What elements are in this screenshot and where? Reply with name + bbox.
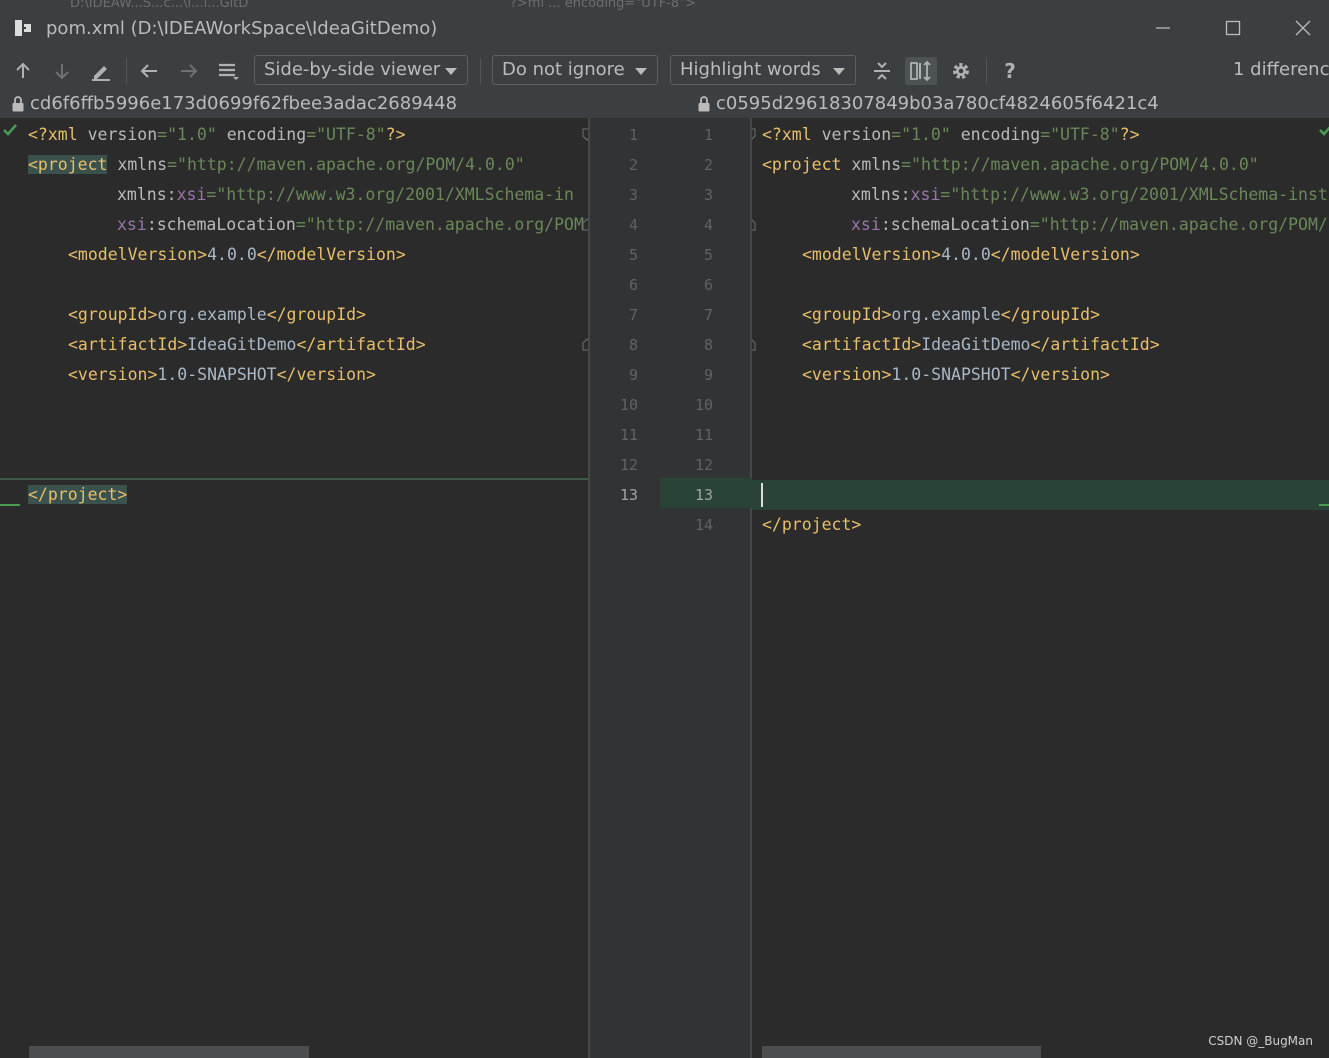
line-number: 3 [628, 186, 638, 204]
ignore-mode-dropdown[interactable]: Do not ignore [492, 55, 658, 85]
help-icon[interactable]: ? [997, 59, 1023, 83]
line-number: 7 [703, 306, 713, 324]
code-line-4: xsi:schemaLocation="http://maven.apache.… [851, 215, 1328, 234]
ignore-mode-label: Do not ignore [502, 59, 625, 80]
line-number: 5 [703, 246, 713, 264]
code-line-3: xmlns:xsi="http://www.w3.org/2001/XMLSch… [117, 185, 574, 204]
code-line-1: <?xml version="1.0" encoding="UTF-8"?> [762, 125, 1140, 144]
line-number: 4 [628, 216, 638, 234]
highlight-mode-label: Highlight words [680, 59, 821, 80]
diff-gutter: 1 2 3 4 5 6 7 8 9 10 11 12 13 1 2 3 4 5 6 7 8 9 10 11 12 13 14 [588, 118, 752, 1058]
sync-scroll-icon[interactable] [905, 57, 937, 85]
line-number: 6 [703, 276, 713, 294]
lock-icon [698, 96, 710, 112]
line-number: 10 [694, 396, 713, 414]
chevron-down-icon [635, 68, 647, 75]
line-number: 11 [619, 426, 638, 444]
left-revision-hash: cd6f6ffb5996e173d0699f62fbee3adac2689448 [30, 93, 458, 114]
watermark: CSDN @_BugMan [1208, 1034, 1313, 1048]
inserted-line-connector [660, 478, 752, 508]
line-number: 6 [628, 276, 638, 294]
code-line-2: <project xmlns="http://maven.apache.org/… [28, 155, 525, 174]
lock-icon [12, 96, 24, 112]
code-line-1: <?xml version="1.0" encoding="UTF-8"?> [28, 125, 406, 144]
right-revision-hash: c0595d29618307849b03a780cf4824605f6421c4 [716, 93, 1159, 114]
change-marker [0, 504, 20, 506]
code-line-4: xsi:schemaLocation="http://maven.apache.… [117, 215, 584, 234]
edit-source-icon[interactable] [88, 59, 114, 83]
code-line-7: <groupId>org.example</groupId> [802, 305, 1101, 324]
code-line-9: <version>1.0-SNAPSHOT</version> [802, 365, 1110, 384]
revision-header: cd6f6ffb5996e173d0699f62fbee3adac2689448… [0, 90, 1329, 118]
line-number: 2 [628, 156, 638, 174]
code-line-5: <modelVersion>4.0.0</modelVersion> [802, 245, 1140, 264]
close-icon[interactable] [1288, 14, 1318, 42]
diff-toolbar: Side-by-side viewer Do not ignore Highli… [0, 52, 1329, 90]
change-marker [1319, 504, 1329, 506]
code-line-5: <modelVersion>4.0.0</modelVersion> [68, 245, 406, 264]
code-line-8: <artifactId>IdeaGitDemo</artifactId> [68, 335, 426, 354]
line-number: 9 [628, 366, 638, 384]
settings-gear-icon[interactable] [948, 59, 974, 83]
highlight-mode-dropdown[interactable]: Highlight words [670, 55, 856, 85]
right-editor[interactable]: <?xml version="1.0" encoding="UTF-8"?> <… [752, 118, 1329, 1058]
left-revision: cd6f6ffb5996e173d0699f62fbee3adac2689448 [12, 93, 457, 114]
fold-icon[interactable] [752, 128, 756, 141]
fold-icon[interactable] [752, 218, 756, 231]
no-errors-check-icon [3, 124, 17, 136]
code-line-13: </project> [28, 485, 128, 504]
line-number: 7 [628, 306, 638, 324]
left-horizontal-scrollbar[interactable] [29, 1046, 309, 1058]
title-bar: D:\IDEAW...S...c...\I...l...GitD ?>ml ..… [0, 0, 1329, 52]
code-line-14: </project> [762, 515, 862, 534]
chevron-down-icon [833, 68, 845, 75]
line-number: 13 [619, 486, 638, 504]
line-number: 1 [703, 126, 713, 144]
next-difference-icon[interactable] [49, 59, 75, 83]
code-line-8: <artifactId>IdeaGitDemo</artifactId> [802, 335, 1160, 354]
text-caret [761, 483, 763, 507]
chevron-down-icon [445, 68, 457, 75]
diff-app-icon [15, 20, 31, 36]
right-revision: c0595d29618307849b03a780cf4824605f6421c4 [698, 93, 1159, 114]
viewer-mode-dropdown[interactable]: Side-by-side viewer [254, 55, 468, 85]
line-number: 12 [619, 456, 638, 474]
fold-icon[interactable] [752, 338, 756, 351]
difference-count: 1 difference [1233, 59, 1329, 80]
line-number: 3 [703, 186, 713, 204]
line-number: 14 [694, 516, 713, 534]
line-number: 11 [694, 426, 713, 444]
line-number: 9 [703, 366, 713, 384]
background-window-hint-right: ?>ml ... encoding="UTF-8"> [510, 0, 697, 11]
background-window-hint-left: D:\IDEAW...S...c...\I...l...GitD [70, 0, 249, 11]
no-errors-check-icon [1319, 126, 1329, 136]
line-number: 2 [703, 156, 713, 174]
left-editor[interactable]: <?xml version="1.0" encoding="UTF-8"?> <… [0, 118, 588, 1058]
code-line-3: xmlns:xsi="http://www.w3.org/2001/XMLSch… [851, 185, 1328, 204]
window-title: pom.xml (D:\IDEAWorkSpace\IdeaGitDemo) [46, 18, 438, 39]
collapse-unchanged-icon[interactable] [869, 59, 895, 83]
right-horizontal-scrollbar[interactable] [762, 1046, 1041, 1058]
minimize-icon[interactable] [1148, 14, 1178, 42]
inserted-line-highlight [752, 480, 1329, 510]
line-number: 1 [628, 126, 638, 144]
line-number: 8 [703, 336, 713, 354]
code-line-9: <version>1.0-SNAPSHOT</version> [68, 365, 376, 384]
back-arrow-icon[interactable] [136, 59, 162, 83]
previous-difference-icon[interactable] [10, 59, 36, 83]
line-number: 12 [694, 456, 713, 474]
line-number: 4 [703, 216, 713, 234]
line-number: 5 [628, 246, 638, 264]
line-number: 13 [694, 486, 713, 504]
maximize-icon[interactable] [1218, 14, 1248, 42]
menu-icon[interactable] [215, 59, 241, 83]
forward-arrow-icon[interactable] [176, 59, 202, 83]
code-line-2: <project xmlns="http://maven.apache.org/… [762, 155, 1259, 174]
line-number: 8 [628, 336, 638, 354]
code-line-7: <groupId>org.example</groupId> [68, 305, 367, 324]
viewer-mode-label: Side-by-side viewer [264, 59, 441, 80]
line-number: 10 [619, 396, 638, 414]
